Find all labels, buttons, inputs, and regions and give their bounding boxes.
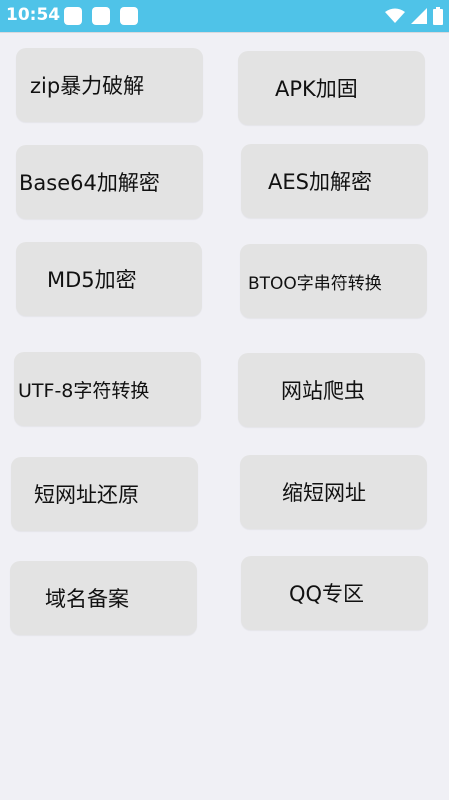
base64-button[interactable]: Base64加解密 — [16, 145, 203, 219]
button-label: APK加固 — [275, 77, 358, 101]
cellular-signal-icon — [411, 8, 427, 24]
button-label: QQ专区 — [289, 582, 365, 606]
app-notification-icon — [64, 7, 82, 25]
qq-zone-button[interactable]: QQ专区 — [241, 556, 428, 630]
web-crawler-button[interactable]: 网站爬虫 — [238, 353, 425, 427]
divider — [0, 32, 449, 33]
system-icons — [385, 7, 443, 25]
clock: 10:54 — [6, 5, 61, 25]
battery-icon — [433, 7, 443, 25]
shorten-url-button[interactable]: 缩短网址 — [240, 455, 427, 529]
app-notification-icon — [92, 7, 110, 25]
button-label: 网站爬虫 — [281, 379, 365, 403]
button-label: zip暴力破解 — [30, 74, 145, 98]
domain-icp-button[interactable]: 域名备案 — [10, 561, 197, 635]
button-label: 缩短网址 — [282, 481, 366, 505]
md5-button[interactable]: MD5加密 — [16, 242, 202, 316]
button-label: UTF-8字符转换 — [18, 379, 150, 402]
button-label: MD5加密 — [47, 268, 137, 292]
aes-button[interactable]: AES加解密 — [241, 144, 428, 218]
button-label: Base64加解密 — [19, 171, 160, 195]
utf8-convert-button[interactable]: UTF-8字符转换 — [14, 352, 201, 426]
app-notification-icon — [120, 7, 138, 25]
button-label: AES加解密 — [268, 170, 372, 194]
status-bar: 10:54 — [0, 0, 449, 32]
button-label: 短网址还原 — [34, 483, 139, 507]
button-label: 域名备案 — [45, 587, 129, 611]
button-label: BTOO字串符转换 — [248, 273, 382, 294]
zip-bruteforce-button[interactable]: zip暴力破解 — [16, 48, 203, 122]
wifi-icon — [385, 8, 405, 23]
short-url-restore-button[interactable]: 短网址还原 — [11, 457, 198, 531]
btoo-string-convert-button[interactable]: BTOO字串符转换 — [240, 244, 427, 318]
apk-harden-button[interactable]: APK加固 — [238, 51, 425, 125]
